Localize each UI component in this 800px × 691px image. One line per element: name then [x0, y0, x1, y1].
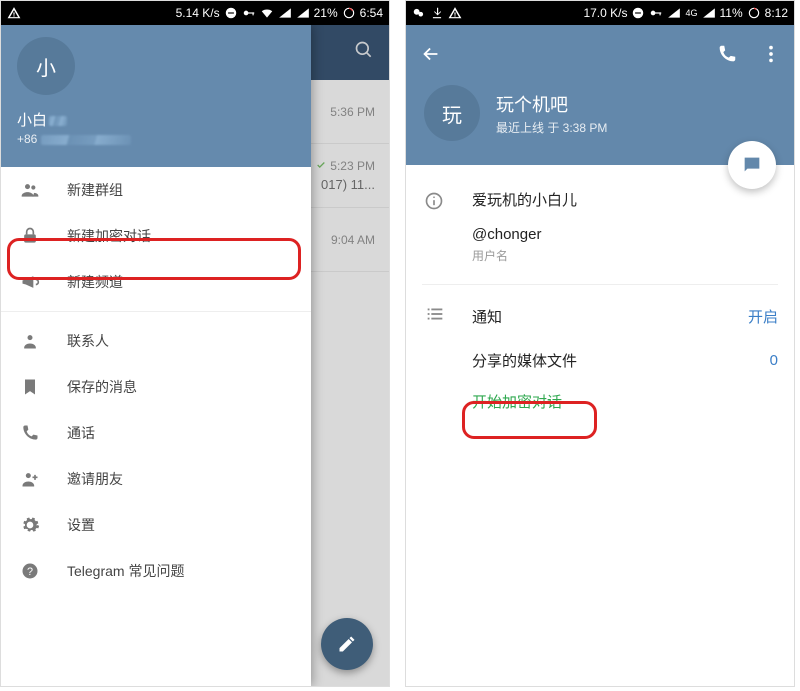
bio-text: 爱玩机的小白儿: [472, 189, 778, 210]
menu-contacts[interactable]: 联系人: [1, 318, 311, 364]
menu-label: 新建群组: [67, 180, 123, 200]
username-text: @chonger: [472, 226, 778, 243]
vpn-key-icon: [649, 6, 663, 20]
signal-icon-2: [702, 6, 716, 20]
clock-time: 6:54: [360, 6, 383, 20]
notifications-label: 通知: [472, 306, 722, 327]
statusbar: 17.0 K/s 4G 11% 8:12: [406, 1, 794, 25]
wechat-icon: [412, 6, 426, 20]
clock-time: 8:12: [765, 6, 788, 20]
more-button[interactable]: [760, 43, 782, 65]
wifi-icon: [260, 6, 274, 20]
add-person-icon: [19, 468, 41, 490]
divider: [1, 311, 311, 312]
menu-label: 新建频道: [67, 272, 123, 292]
drawer-menu: 新建群组 新建加密对话 新建频道 联系人 保存的消息 通话: [1, 167, 311, 594]
battery-percent: 21%: [314, 6, 338, 20]
vpn-key-icon: [242, 6, 256, 20]
bookmark-icon: [19, 376, 41, 398]
new-message-fab[interactable]: [321, 618, 373, 670]
menu-invite-friends[interactable]: 邀请朋友: [1, 456, 311, 502]
help-icon: ?: [19, 560, 41, 582]
call-button[interactable]: [716, 43, 738, 65]
menu-new-channel[interactable]: 新建频道: [1, 259, 311, 305]
profile-title: 玩个机吧: [496, 91, 607, 117]
profile-header: 玩 玩个机吧 最近上线 于 3:38 PM: [406, 25, 794, 165]
navigation-drawer: 小 小白 +86 新建群组 新建加密对话 新建频道: [1, 25, 311, 686]
message-fab[interactable]: [728, 141, 776, 189]
menu-settings[interactable]: 设置: [1, 502, 311, 548]
start-secret-chat-label: 开始加密对话: [472, 394, 562, 411]
contact-icon: [19, 330, 41, 352]
network-type: 4G: [685, 8, 697, 18]
phone-icon: [19, 422, 41, 444]
menu-saved-messages[interactable]: 保存的消息: [1, 364, 311, 410]
menu-new-group[interactable]: 新建群组: [1, 167, 311, 213]
battery-percent: 11%: [720, 6, 743, 20]
drawer-header[interactable]: 小 小白 +86: [1, 25, 311, 167]
group-icon: [19, 179, 41, 201]
statusbar: 5.14 K/s 21% 6:54: [1, 1, 389, 25]
back-button[interactable]: [420, 43, 442, 65]
warning-icon: [7, 6, 21, 20]
menu-label: 通话: [67, 423, 95, 443]
menu-label: 保存的消息: [67, 377, 137, 397]
menu-calls[interactable]: 通话: [1, 410, 311, 456]
drawer-username: 小白: [17, 109, 295, 130]
signal-icon: [667, 6, 681, 20]
avatar-letter: 小: [36, 52, 56, 81]
menu-label: Telegram 常见问题: [67, 561, 184, 581]
dnd-icon: [631, 6, 645, 20]
avatar-letter: 玩: [442, 99, 462, 128]
notifications-row[interactable]: 通知 开启: [422, 285, 778, 330]
download-icon: [430, 6, 444, 20]
shared-media-row[interactable]: 分享的媒体文件 0: [422, 330, 778, 371]
list-icon: [424, 303, 446, 330]
gear-icon: [19, 514, 41, 536]
megaphone-icon: [19, 271, 41, 293]
network-speed: 17.0 K/s: [583, 6, 627, 20]
shared-media-label: 分享的媒体文件: [472, 350, 770, 371]
notifications-value: 开启: [748, 306, 778, 327]
svg-text:?: ?: [27, 566, 33, 578]
menu-label: 联系人: [67, 331, 109, 351]
username-caption: 用户名: [472, 247, 778, 264]
start-secret-chat-row[interactable]: 开始加密对话: [422, 371, 778, 412]
shared-media-value: 0: [770, 352, 778, 369]
menu-label: 邀请朋友: [67, 469, 123, 489]
dnd-icon: [224, 6, 238, 20]
battery-icon: [342, 6, 356, 20]
profile-status: 最近上线 于 3:38 PM: [496, 119, 607, 136]
left-screenshot: 5.14 K/s 21% 6:54 5:36 PM 5:23 PM 017) 1: [0, 0, 390, 687]
drawer-phone: +86: [17, 132, 295, 146]
menu-label: 新建加密对话: [67, 226, 151, 246]
menu-label: 设置: [67, 515, 95, 535]
menu-new-secret-chat[interactable]: 新建加密对话: [1, 213, 311, 259]
signal-icon-2: [296, 6, 310, 20]
warning-icon: [448, 6, 462, 20]
signal-icon: [278, 6, 292, 20]
right-screenshot: 17.0 K/s 4G 11% 8:12: [405, 0, 795, 687]
info-icon: [424, 191, 446, 213]
info-row-bio[interactable]: 爱玩机的小白儿 @chonger 用户名: [422, 165, 778, 264]
lock-icon: [19, 225, 41, 247]
menu-faq[interactable]: ? Telegram 常见问题: [1, 548, 311, 594]
avatar[interactable]: 玩: [424, 85, 480, 141]
battery-icon: [747, 6, 761, 20]
network-speed: 5.14 K/s: [176, 6, 220, 20]
profile-info-section: 爱玩机的小白儿 @chonger 用户名 通知 开启 分享的媒体文件 0 开始加…: [406, 165, 794, 412]
avatar[interactable]: 小: [17, 37, 75, 95]
